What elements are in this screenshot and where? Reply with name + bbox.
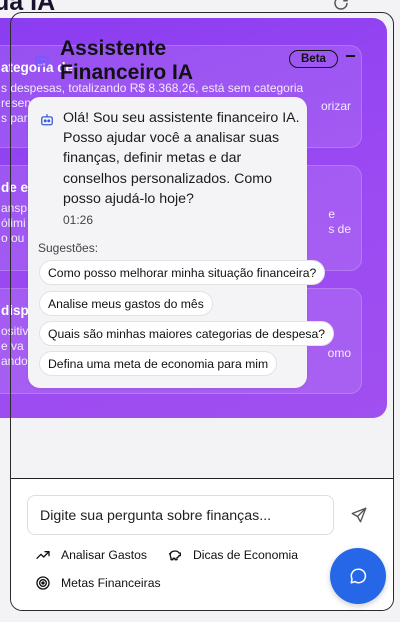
chat-bubble-icon xyxy=(350,568,367,584)
quick-action-label: Metas Financeiras xyxy=(61,576,161,590)
piggy-bank-icon xyxy=(168,550,181,561)
chat-toggle-button[interactable] xyxy=(330,548,386,604)
beta-badge: Beta xyxy=(289,50,338,68)
message-text: Olá! Sou seu assistente financeiro IA. P… xyxy=(63,110,300,207)
refresh-icon[interactable] xyxy=(332,0,350,12)
quick-action-label: Dicas de Economia xyxy=(193,548,298,562)
send-icon[interactable] xyxy=(350,506,368,524)
message-input[interactable]: Digite sua pergunta sobre finanças... xyxy=(27,495,334,535)
suggestions-label: Sugestões: xyxy=(38,241,99,255)
quick-action-label: Analisar Gastos xyxy=(61,548,148,562)
quick-action-saving-tips[interactable]: Dicas de Economia xyxy=(167,545,298,565)
app-screen: ua IA ategoria de s despesas, totalizand… xyxy=(0,0,400,622)
bot-icon xyxy=(35,54,49,67)
trending-up-icon xyxy=(36,551,50,559)
minimize-button[interactable] xyxy=(346,55,355,57)
suggestion-chip[interactable]: Como posso melhorar minha situação finan… xyxy=(39,260,326,285)
message-timestamp: 01:26 xyxy=(63,213,94,227)
target-icon xyxy=(36,576,50,590)
bot-icon xyxy=(41,114,53,126)
chat-title-line: Assistente xyxy=(60,37,167,60)
suggestion-chip[interactable]: Quais são minhas maiores categorias de d… xyxy=(39,321,335,346)
chat-title: Assistente Financeiro IA xyxy=(60,37,193,85)
suggestion-chip[interactable]: Defina uma meta de economia para mim xyxy=(39,351,278,376)
quick-action-analyze-spending[interactable]: Analisar Gastos xyxy=(35,545,147,565)
quick-action-financial-goals[interactable]: Metas Financeiras xyxy=(35,573,161,593)
chat-title-line: Financeiro IA xyxy=(60,61,194,84)
suggestion-chip[interactable]: Analise meus gastos do mês xyxy=(39,291,213,316)
